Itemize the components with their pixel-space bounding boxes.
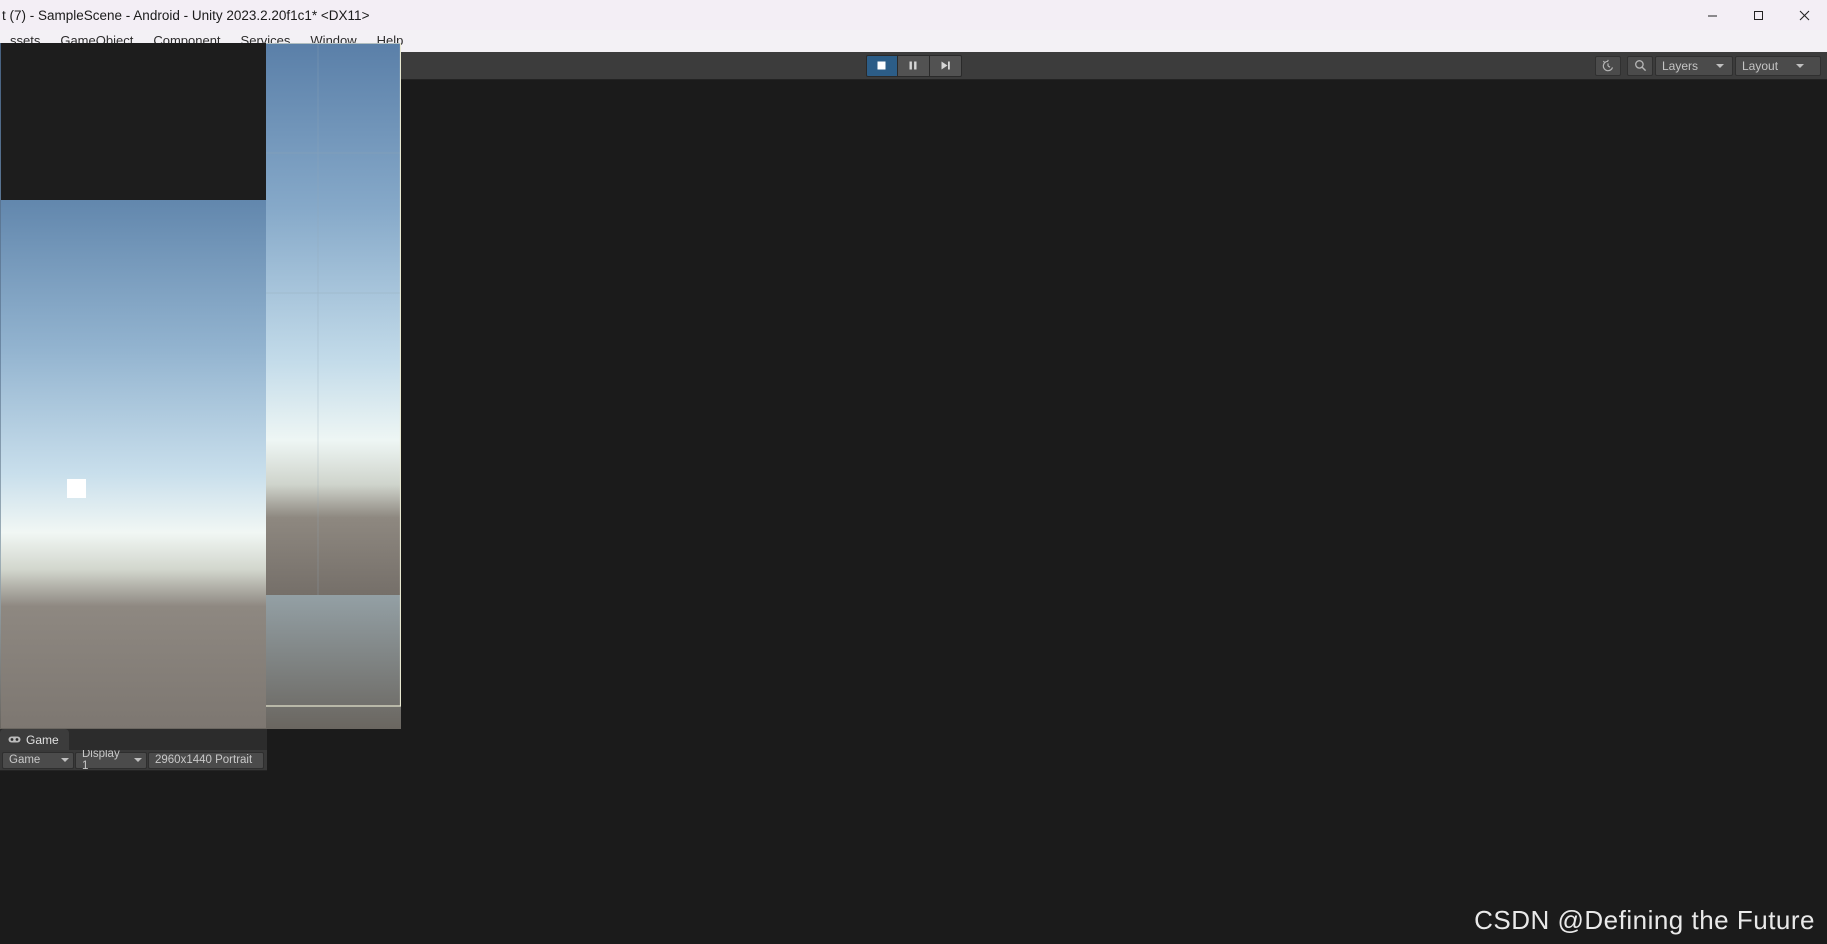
- chevron-down-icon: [1716, 63, 1725, 68]
- game-viewport[interactable]: [1, 43, 266, 728]
- watermark-text: CSDN @Defining the Future: [1474, 905, 1815, 935]
- step-button[interactable]: [929, 54, 962, 77]
- layers-label: Layers: [1662, 58, 1699, 73]
- playmode-controls: [865, 54, 962, 77]
- pause-button[interactable]: [897, 54, 930, 77]
- maximize-button[interactable]: [1735, 0, 1781, 30]
- chevron-down-icon: [61, 758, 69, 762]
- gamepad-icon: [8, 733, 21, 747]
- resolution-dropdown[interactable]: 2960x1440 Portrait: [148, 751, 264, 769]
- display-target-label: Display 1: [82, 748, 120, 772]
- window-title: t (7) - SampleScene - Android - Unity 20…: [2, 7, 370, 23]
- layout-dropdown[interactable]: Layout: [1735, 55, 1821, 76]
- tab-game[interactable]: Game: [0, 729, 69, 750]
- game-toolbar: Game Display 1 2960x1440 Portrait: [0, 748, 267, 772]
- resolution-label: 2960x1440 Portrait: [155, 754, 253, 766]
- game-view-panel: Game Game Display 1 2960x1440 Portrait: [0, 43, 267, 944]
- game-mode-dropdown[interactable]: Game: [2, 751, 74, 769]
- search-icon[interactable]: [1627, 55, 1653, 76]
- play-button[interactable]: [865, 54, 898, 77]
- game-mode-label: Game: [9, 754, 41, 766]
- chevron-down-icon: [1796, 63, 1805, 68]
- unity-editor-window: t (7) - SampleScene - Android - Unity 20…: [0, 0, 1827, 944]
- display-target-dropdown[interactable]: Display 1: [75, 748, 147, 772]
- window-controls: [1689, 0, 1827, 30]
- window-titlebar: t (7) - SampleScene - Android - Unity 20…: [0, 0, 1827, 30]
- layout-label: Layout: [1742, 58, 1779, 73]
- minimize-button[interactable]: [1689, 0, 1735, 30]
- toolbar-right-group: Layers Layout: [1591, 55, 1827, 76]
- game-tabbar: Game: [0, 729, 267, 750]
- history-icon[interactable]: [1595, 55, 1621, 76]
- tab-game-label: Game: [26, 732, 59, 747]
- layers-dropdown[interactable]: Layers: [1655, 55, 1733, 76]
- close-button[interactable]: [1781, 0, 1827, 30]
- chevron-down-icon: [134, 758, 142, 762]
